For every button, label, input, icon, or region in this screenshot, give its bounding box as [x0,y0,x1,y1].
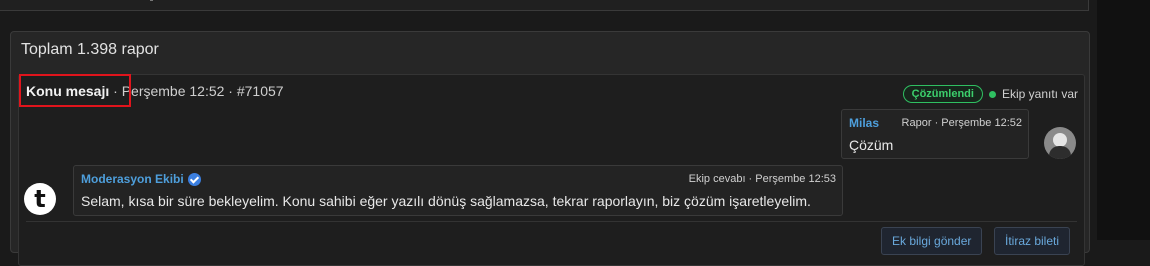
message-meta: Rapor · Perşembe 12:52 [901,117,1022,129]
actions-divider [26,221,1077,222]
reports-panel: Toplam 1.398 rapor Konu mesajı · Perşemb… [10,31,1090,266]
moderator-name: Moderasyon Ekibi [81,172,184,186]
send-more-info-button[interactable]: Ek bilgi gönder [881,227,983,255]
right-rail [1097,0,1150,240]
moderator-message: Moderasyon Ekibi Ekip cevabı · Perşembe … [73,165,843,216]
moderator-avatar[interactable]: t [24,183,56,215]
verified-badge-icon [187,172,201,186]
panel-title: Toplam 1.398 rapor [21,41,159,58]
report-meta: · Perşembe 12:52 · #71057 [109,83,284,99]
user-avatar[interactable] [1044,127,1076,159]
message-text: Çözüm [849,137,894,153]
previous-panel-edge [0,0,1089,11]
report-status: Çözümlendi Ekip yanıtı var [902,85,1078,103]
status-dot-icon [988,90,996,98]
message-author[interactable]: Milas [849,116,879,130]
report-card: Konu mesajı · Perşembe 12:52 · #71057 Çö… [18,74,1085,266]
message-meta: Ekip cevabı · Perşembe 12:53 [688,173,836,185]
user-message: Milas Rapor · Perşembe 12:52 Çözüm [841,109,1029,159]
message-text: Selam, kısa bir süre bekleyelim. Konu sa… [81,193,811,209]
resolved-badge: Çözümlendi [902,85,983,103]
appeal-ticket-button[interactable]: İtiraz bileti [994,227,1071,255]
team-status-label: Ekip yanıtı var [1001,87,1078,101]
highlight-box [19,74,131,107]
avatar-face-icon [1053,133,1067,147]
avatar-body-icon [1049,146,1071,159]
divider-dot [150,0,153,1]
moderator-author[interactable]: Moderasyon Ekibi [81,172,201,186]
